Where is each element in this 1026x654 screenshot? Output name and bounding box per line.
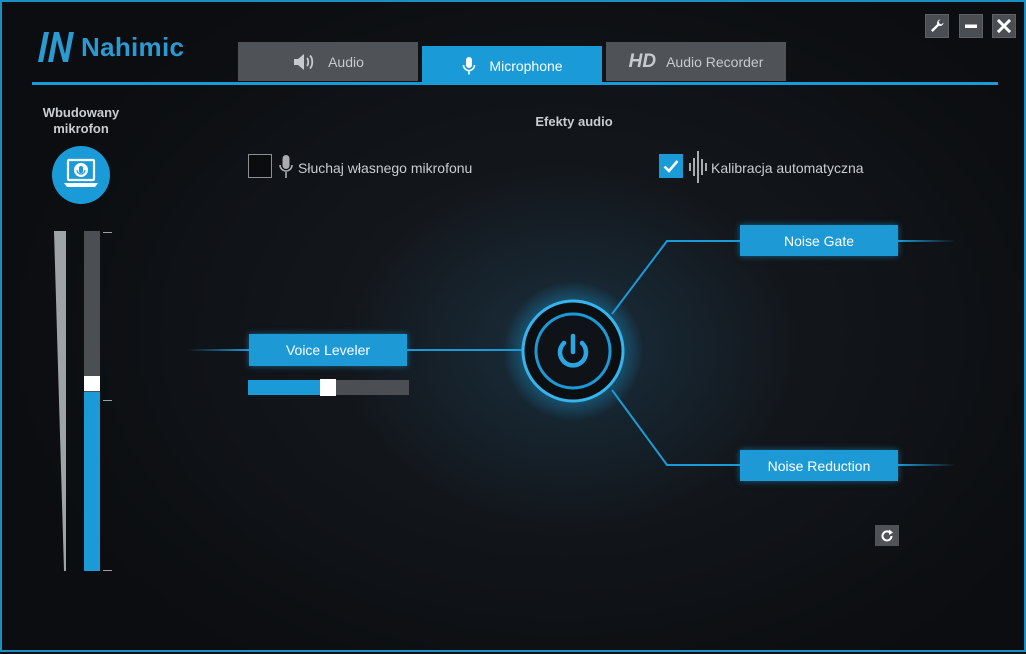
voice-leveler-label: Voice Leveler [285,342,371,358]
voice-leveler-slider[interactable] [248,379,409,396]
noise-gate-button[interactable]: Noise Gate [740,225,898,256]
voice-leveler-slider-thumb[interactable] [320,379,336,396]
noise-reduction-label: Noise Reduction [767,457,871,474]
voice-leveler-slider-fill [248,380,320,395]
power-button[interactable] [502,280,644,422]
noise-reduction-button[interactable]: Noise Reduction [740,450,898,481]
refresh-icon [881,529,893,541]
reset-button[interactable] [875,525,899,546]
noise-gate-label: Noise Gate [783,232,855,249]
nahimic-window: Nahimic Audio Microphone HD Audio Record… [0,0,1026,652]
voice-leveler-button[interactable]: Voice Leveler [249,334,407,366]
